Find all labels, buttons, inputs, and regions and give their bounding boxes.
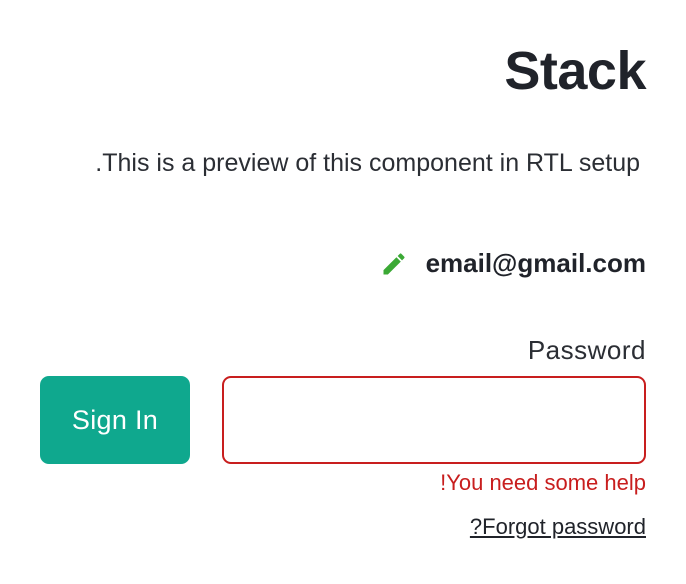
pencil-icon-graphic: [383, 253, 405, 275]
email-text: email@gmail.com: [425, 248, 646, 278]
page-description: .This is a preview of this component in …: [95, 149, 640, 177]
pencil-icon[interactable]: [380, 250, 408, 278]
email-row: email@gmail.com: [380, 248, 646, 279]
rtl-preview-page: Stack .This is a preview of this compone…: [0, 0, 686, 584]
sign-in-button[interactable]: Sign In: [40, 376, 190, 464]
password-label: Password: [527, 335, 646, 365]
page-title: Stack: [504, 41, 646, 101]
password-field[interactable]: [222, 376, 646, 464]
forgot-password-link[interactable]: ?Forgot password: [470, 514, 646, 540]
password-error-message: !You need some help: [440, 470, 646, 495]
